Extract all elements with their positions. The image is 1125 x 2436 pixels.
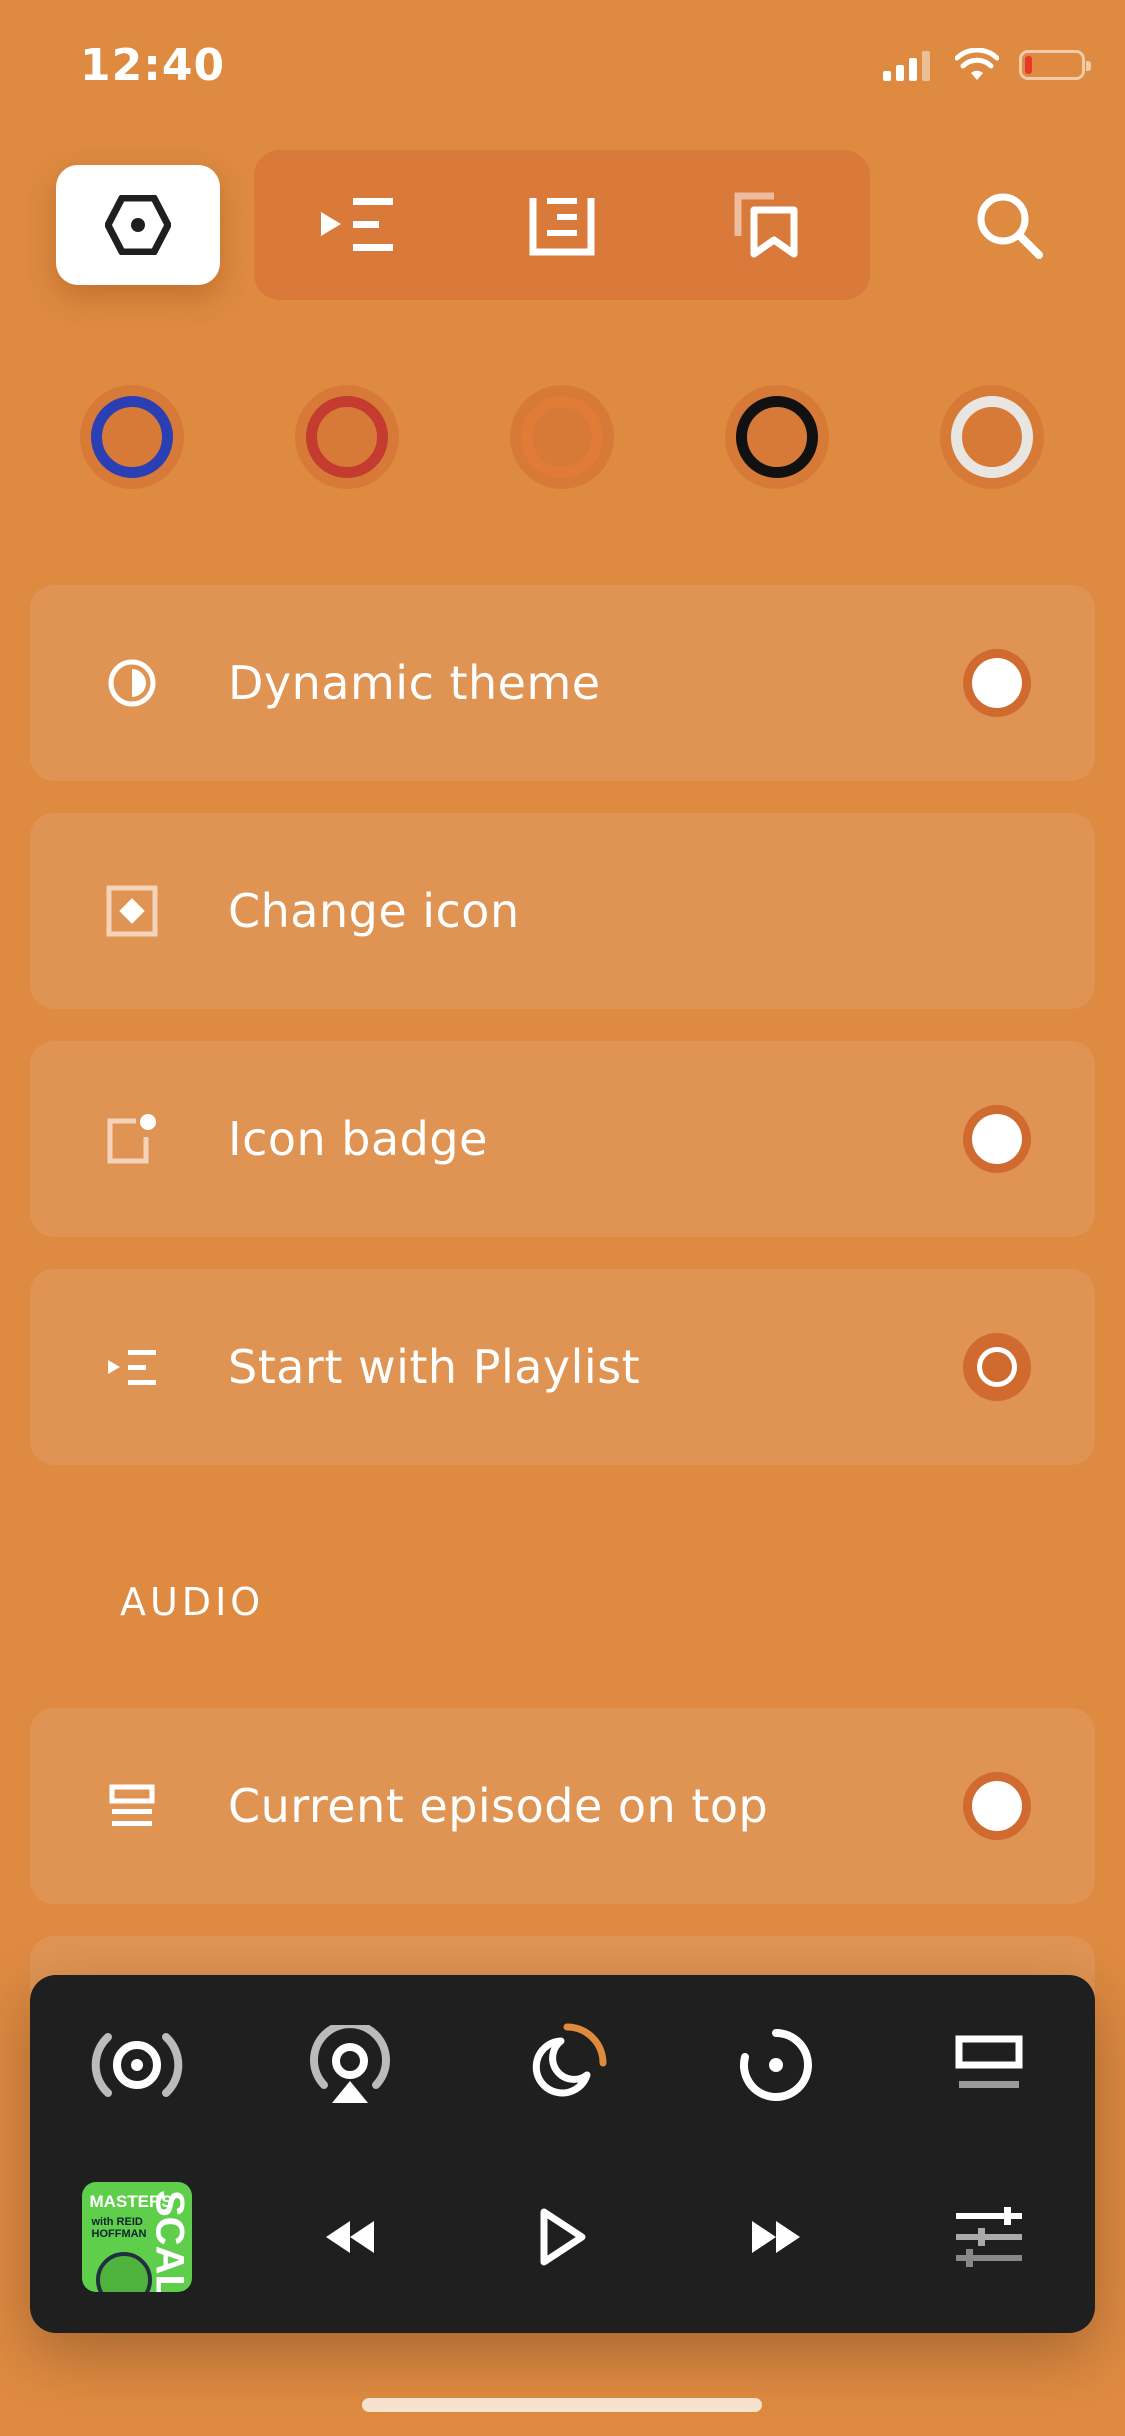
setting-row-start-with-playlist[interactable]: Start with Playlist: [30, 1269, 1095, 1465]
wifi-icon: [955, 48, 999, 80]
airplay-button[interactable]: [285, 2005, 415, 2125]
playback-speed-button[interactable]: [711, 2005, 841, 2125]
speed-dial-icon: [739, 2029, 812, 2101]
home-indicator[interactable]: [362, 2398, 762, 2412]
battery-icon: [1019, 50, 1091, 80]
top-toolbar: [56, 150, 1069, 300]
status-icons: [883, 48, 1091, 82]
theme-swatch-white[interactable]: [940, 385, 1044, 489]
badge-icon: [107, 1114, 156, 1164]
podcast-artwork: MASTERS with REID HOFFMAN SCALE: [81, 2182, 192, 2292]
equalizer-button[interactable]: [924, 2177, 1054, 2297]
now-playing-layout-icon: [955, 2035, 1022, 2088]
sleep-timer-icon: [532, 2023, 606, 2097]
app-icon-icon: [106, 885, 158, 937]
episode-top-icon-wrap: [102, 1776, 162, 1836]
current-episode-on-top-toggle[interactable]: [963, 1772, 1031, 1840]
search-button[interactable]: [949, 165, 1069, 285]
dynamic-theme-toggle[interactable]: [963, 649, 1031, 717]
theme-swatch-blue[interactable]: [80, 385, 184, 489]
artwork-button[interactable]: MASTERS with REID HOFFMAN SCALE: [72, 2177, 202, 2297]
setting-row-change-icon[interactable]: Change icon: [30, 813, 1095, 1009]
setting-label: Change icon: [228, 884, 520, 938]
rewind-icon: [325, 2221, 374, 2253]
artwork-title-line3: SCALE: [147, 2190, 192, 2292]
mini-player: MASTERS with REID HOFFMAN SCALE: [30, 1975, 1095, 2333]
theme-swatch-black[interactable]: [725, 385, 829, 489]
setting-row-icon-badge[interactable]: Icon badge: [30, 1041, 1095, 1237]
rewind-button[interactable]: [285, 2177, 415, 2297]
airplay-icon: [309, 2025, 390, 2103]
play-button[interactable]: [498, 2177, 628, 2297]
player-actions-row: [30, 2005, 1095, 2125]
bookmarks-tab-button[interactable]: [707, 165, 827, 285]
sleep-timer-button[interactable]: [498, 2005, 628, 2125]
cellular-signal-icon: [883, 51, 930, 81]
setting-label: Dynamic theme: [228, 656, 601, 710]
status-time: 12:40: [80, 40, 226, 91]
search-icon: [977, 193, 1043, 259]
setting-label: Start with Playlist: [228, 1340, 641, 1394]
episode-details-button[interactable]: [924, 2005, 1054, 2125]
play-icon: [540, 2208, 585, 2266]
library-icon: [529, 198, 595, 256]
contrast-icon-wrap: [102, 653, 162, 713]
playlist-tab-button[interactable]: [297, 165, 417, 285]
status-bar: 12:40: [0, 0, 1125, 140]
player-transport-row: MASTERS with REID HOFFMAN SCALE: [30, 2177, 1095, 2297]
theme-swatch-red[interactable]: [295, 385, 399, 489]
setting-label: Icon badge: [228, 1112, 488, 1166]
equalizer-icon: [955, 2207, 1022, 2267]
fast-forward-button[interactable]: [711, 2177, 841, 2297]
artwork-face-graphic: [95, 2252, 152, 2292]
view-tab-group: [254, 150, 870, 300]
start-with-playlist-toggle[interactable]: [963, 1333, 1031, 1401]
bookmarks-icon: [734, 192, 798, 258]
setting-label: Current episode on top: [228, 1779, 769, 1833]
theme-color-picker: [80, 385, 1044, 500]
icon-badge-toggle[interactable]: [963, 1105, 1031, 1173]
playlist-small-icon-wrap: [102, 1337, 162, 1397]
app-icon-icon-wrap: [102, 881, 162, 941]
library-tab-button[interactable]: [502, 165, 622, 285]
theme-swatch-orange[interactable]: [510, 385, 614, 489]
section-header-audio: AUDIO: [120, 1580, 265, 1624]
contrast-icon: [108, 659, 156, 707]
playlist-small-icon: [108, 1350, 156, 1385]
setting-row-dynamic-theme[interactable]: Dynamic theme: [30, 585, 1095, 781]
episode-top-icon: [109, 1784, 155, 1826]
badge-icon-wrap: [102, 1109, 162, 1169]
broadcast-button[interactable]: [72, 2005, 202, 2125]
settings-tab-button[interactable]: [56, 165, 220, 285]
playlist-icon: [320, 198, 393, 251]
fast-forward-icon: [751, 2221, 800, 2253]
broadcast-icon: [91, 2033, 182, 2097]
hexagon-settings-icon: [105, 195, 171, 255]
setting-row-current-episode-on-top[interactable]: Current episode on top: [30, 1708, 1095, 1904]
